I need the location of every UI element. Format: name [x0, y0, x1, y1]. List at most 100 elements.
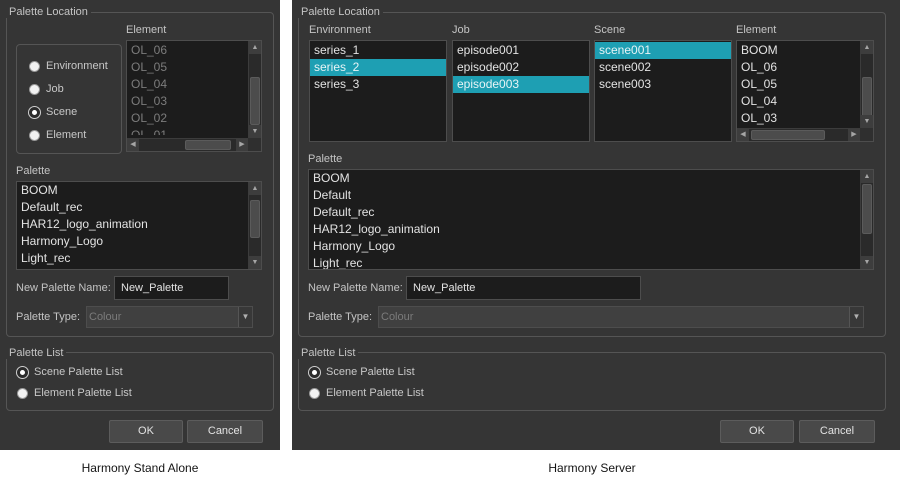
chevron-down-icon[interactable]: ▼: [238, 307, 252, 327]
list-item[interactable]: series_3: [310, 76, 446, 93]
list-item-selected[interactable]: scene001: [595, 42, 731, 59]
list-item[interactable]: OL_05: [127, 59, 261, 76]
list-item[interactable]: Default_rec: [309, 204, 873, 221]
radio-label: Element: [46, 129, 87, 141]
new-palette-name-input[interactable]: New_Palette: [114, 276, 229, 300]
palette-list-vscroll[interactable]: ▲ ▼: [860, 170, 873, 269]
list-item[interactable]: Harmony_Logo: [309, 238, 873, 255]
ok-button[interactable]: OK: [109, 420, 183, 443]
palette-type-select[interactable]: Colour ▼: [378, 306, 864, 328]
job-heading: Job: [452, 24, 470, 36]
list-item[interactable]: Light_rec: [309, 255, 873, 269]
palette-list-vscroll[interactable]: ▲ ▼: [248, 182, 261, 269]
chevron-down-icon[interactable]: ▼: [849, 307, 863, 327]
arrow-left-icon[interactable]: ◀: [737, 129, 749, 141]
scroll-thumb[interactable]: [185, 140, 231, 150]
palette-heading: Palette: [308, 153, 343, 165]
radio-label: Element Palette List: [34, 387, 132, 399]
list-item[interactable]: OL_06: [127, 42, 261, 59]
palette-type-value: Colour: [381, 311, 414, 323]
element-list-hscroll[interactable]: ◀ ▶: [737, 128, 860, 141]
radio-button: [29, 60, 40, 72]
palette-type-value: Colour: [89, 311, 122, 323]
arrow-up-icon[interactable]: ▲: [861, 41, 873, 54]
list-item[interactable]: Harmony_Logo: [17, 233, 261, 250]
list-item[interactable]: OL_04: [127, 76, 261, 93]
list-item-selected[interactable]: episode003: [453, 76, 589, 93]
radio-scene-palette-list[interactable]: Scene Palette List: [17, 366, 123, 378]
list-item[interactable]: HAR12_logo_animation: [17, 216, 261, 233]
arrow-down-icon[interactable]: ▼: [249, 256, 261, 269]
ok-button[interactable]: OK: [720, 420, 794, 443]
arrow-right-icon[interactable]: ▶: [236, 139, 248, 151]
list-item[interactable]: Default: [309, 187, 873, 204]
list-item[interactable]: BOOM: [309, 170, 873, 187]
environment-heading: Environment: [309, 24, 371, 36]
palette-location-legend: Palette Location: [298, 6, 383, 18]
element-list-vscroll[interactable]: ▲ ▼: [248, 41, 261, 138]
job-list[interactable]: episode001 episode002 episode003: [452, 40, 590, 142]
palette-heading: Palette: [16, 165, 51, 177]
list-item[interactable]: OL_04: [737, 93, 873, 110]
cancel-button[interactable]: Cancel: [187, 420, 263, 443]
scroll-thumb[interactable]: [250, 77, 260, 125]
new-palette-name-input[interactable]: New_Palette: [406, 276, 641, 300]
element-list-hscroll[interactable]: ◀ ▶: [127, 138, 248, 151]
list-item[interactable]: OL_05: [737, 76, 873, 93]
environment-list[interactable]: series_1 series_2 series_3: [309, 40, 447, 142]
element-list[interactable]: BOOM OL_06 OL_05 OL_04 OL_03 ▲ ▼ ◀ ▶: [736, 40, 874, 142]
radio-element-palette-list[interactable]: Element Palette List: [17, 387, 132, 399]
arrow-up-icon[interactable]: ▲: [249, 41, 261, 54]
scene-list[interactable]: scene001 scene002 scene003: [594, 40, 732, 142]
list-item[interactable]: HAR12_logo_animation: [309, 221, 873, 238]
radio-scene[interactable]: Scene: [29, 106, 77, 118]
radio-environment[interactable]: Environment: [29, 60, 108, 72]
list-item[interactable]: OL_01: [127, 127, 261, 135]
radio-label: Scene Palette List: [34, 366, 123, 378]
list-item[interactable]: Light_rec: [17, 250, 261, 267]
list-item[interactable]: series_1: [310, 42, 446, 59]
scroll-thumb[interactable]: [751, 130, 825, 140]
arrow-down-icon[interactable]: ▼: [249, 125, 261, 138]
list-item[interactable]: episode001: [453, 42, 589, 59]
palette-type-select[interactable]: Colour ▼: [86, 306, 253, 328]
list-item[interactable]: Default_rec: [17, 199, 261, 216]
scroll-thumb[interactable]: [862, 77, 872, 117]
radio-job[interactable]: Job: [29, 83, 64, 95]
list-item[interactable]: OL_03: [127, 93, 261, 110]
scroll-corner: [860, 128, 873, 141]
radio-element-palette-list[interactable]: Element Palette List: [309, 387, 424, 399]
caption-standalone: Harmony Stand Alone: [81, 461, 199, 475]
palette-list[interactable]: BOOM Default Default_rec HAR12_logo_anim…: [308, 169, 874, 270]
element-list-vscroll[interactable]: ▲ ▼: [860, 41, 873, 128]
element-list[interactable]: OL_06 OL_05 OL_04 OL_03 OL_02 OL_01 ▲ ▼ …: [126, 40, 262, 152]
palette-list[interactable]: BOOM Default_rec HAR12_logo_animation Ha…: [16, 181, 262, 270]
scroll-thumb[interactable]: [862, 184, 872, 234]
arrow-right-icon[interactable]: ▶: [848, 129, 860, 141]
cancel-button[interactable]: Cancel: [799, 420, 875, 443]
palette-location-legend: Palette Location: [6, 6, 91, 18]
list-item[interactable]: OL_02: [127, 110, 261, 127]
caption-server: Harmony Server: [548, 461, 636, 475]
list-item[interactable]: OL_06: [737, 59, 873, 76]
scroll-thumb[interactable]: [250, 200, 260, 238]
arrow-up-icon[interactable]: ▲: [249, 182, 261, 195]
arrow-up-icon[interactable]: ▲: [861, 170, 873, 183]
arrow-left-icon[interactable]: ◀: [127, 139, 139, 151]
list-item[interactable]: BOOM: [737, 42, 873, 59]
list-item[interactable]: scene002: [595, 59, 731, 76]
radio-element[interactable]: Element: [29, 129, 86, 141]
arrow-down-icon[interactable]: ▼: [861, 115, 873, 128]
element-heading: Element: [736, 24, 777, 36]
radio-button-selected: [17, 366, 28, 378]
arrow-down-icon[interactable]: ▼: [861, 256, 873, 269]
list-item-selected[interactable]: series_2: [310, 59, 446, 76]
radio-button-selected: [29, 106, 40, 118]
radio-scene-palette-list[interactable]: Scene Palette List: [309, 366, 415, 378]
list-item[interactable]: episode002: [453, 59, 589, 76]
list-item[interactable]: BOOM: [17, 182, 261, 199]
list-item[interactable]: scene003: [595, 76, 731, 93]
list-item[interactable]: OL_03: [737, 110, 873, 127]
radio-label: Scene: [46, 106, 78, 118]
radio-button: [309, 387, 320, 399]
